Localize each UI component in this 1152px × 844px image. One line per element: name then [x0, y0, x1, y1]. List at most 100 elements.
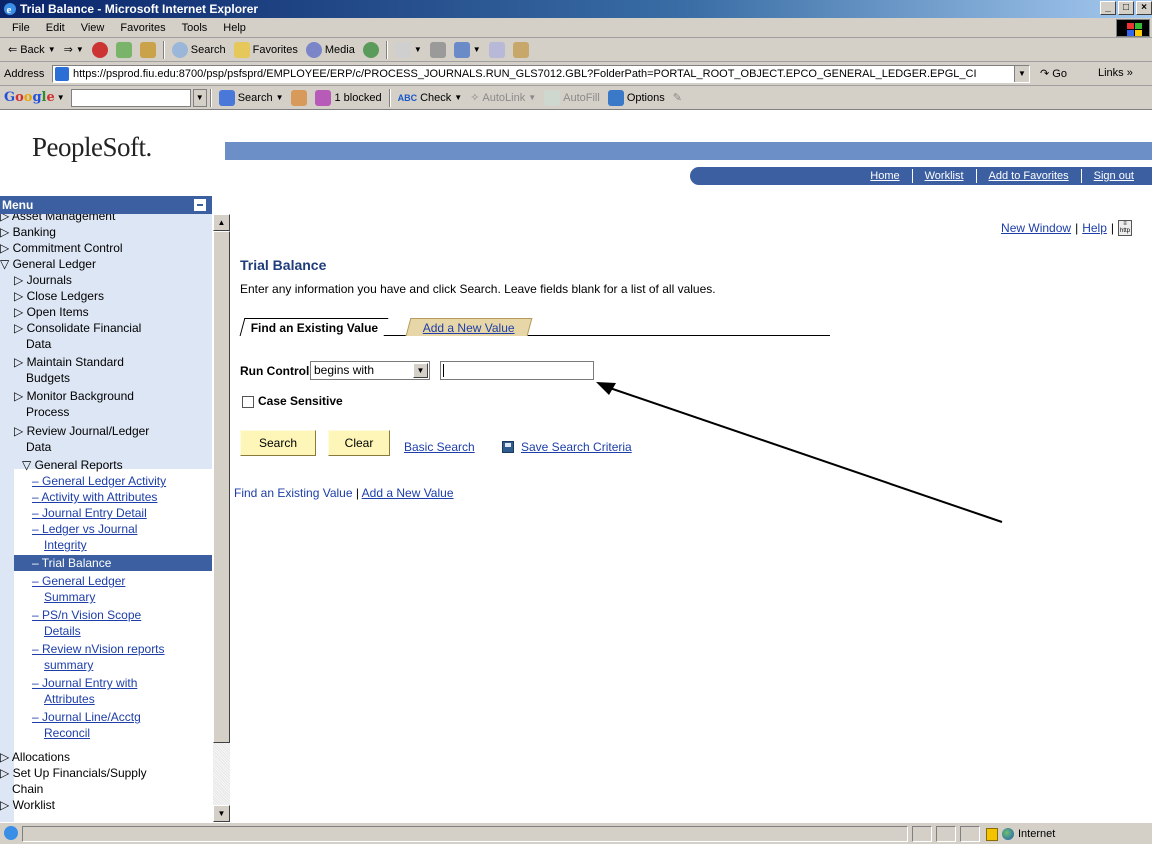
google-search-input[interactable]: [70, 88, 191, 107]
menu-setup-financials[interactable]: ▷ Set Up Financials/Supply: [0, 766, 147, 780]
address-input[interactable]: https://psprod.fiu.edu:8700/psp/psfsprd/…: [52, 65, 1030, 83]
add-new-link[interactable]: Add a New Value: [362, 486, 454, 500]
options-button[interactable]: Options: [604, 87, 669, 109]
menu-general-reports[interactable]: ▽ General Reports: [22, 458, 123, 472]
http-icon[interactable]: ≡ http: [1118, 220, 1132, 236]
print-button[interactable]: [426, 39, 450, 61]
menu-allocations[interactable]: ▷ Allocations: [0, 750, 70, 764]
sidebar-scrollbar[interactable]: ▲ ▼: [213, 214, 230, 822]
operator-select[interactable]: begins with ▼: [310, 361, 430, 380]
menu-commitment-control[interactable]: ▷ Commitment Control: [0, 241, 123, 255]
spell-check-button[interactable]: ABC Check ▼: [394, 87, 467, 109]
nav-sign-out[interactable]: Sign out: [1080, 169, 1146, 183]
menu-file[interactable]: File: [4, 22, 38, 34]
close-button[interactable]: ×: [1136, 1, 1152, 15]
history-icon: [362, 41, 379, 58]
menu-link-je-attributes-cont[interactable]: Attributes: [44, 692, 95, 706]
menu-setup-financials-cont[interactable]: Chain: [12, 782, 43, 796]
menu-maintain-budgets[interactable]: ▷ Maintain Standard: [14, 355, 124, 369]
mail-button[interactable]: ▼: [391, 39, 426, 61]
menu-link-je-attributes[interactable]: – Journal Entry with: [32, 676, 137, 690]
edit-button[interactable]: ▼: [450, 39, 485, 61]
tab-find-existing[interactable]: Find an Existing Value: [239, 318, 389, 336]
menu-link-gl-summary-cont[interactable]: Summary: [44, 590, 95, 604]
menu-link-review-nvision-cont[interactable]: summary: [44, 658, 93, 672]
case-sensitive-checkbox[interactable]: [242, 396, 254, 408]
menu-monitor-background[interactable]: ▷ Monitor Background: [14, 389, 134, 403]
chevron-down-icon[interactable]: ▼: [192, 88, 207, 107]
menu-help[interactable]: Help: [215, 22, 254, 34]
menu-asset-management[interactable]: ▷ Asset Management: [0, 214, 115, 223]
menu-review-journal[interactable]: ▷ Review Journal/Ledger: [14, 424, 149, 438]
menu-open-items[interactable]: ▷ Open Items: [14, 305, 89, 319]
menu-link-ledger-vs-journal-cont[interactable]: Integrity: [44, 538, 87, 552]
menu-link-journal-line[interactable]: – Journal Line/Acctg: [32, 710, 141, 724]
menu-review-journal-cont[interactable]: Data: [26, 440, 51, 454]
menu-link-gl-summary[interactable]: – General Ledger: [32, 574, 125, 588]
links-button[interactable]: Links »: [1098, 67, 1133, 79]
forward-button[interactable]: ⇒ ▼: [60, 39, 88, 61]
nav-home[interactable]: Home: [858, 169, 911, 183]
scroll-down-icon[interactable]: ▼: [213, 805, 230, 822]
menu-link-psn-vision-cont[interactable]: Details: [44, 624, 81, 638]
refresh-button[interactable]: [112, 39, 136, 61]
menu-consolidate-cont[interactable]: Data: [26, 337, 51, 351]
menu-tools[interactable]: Tools: [174, 22, 216, 34]
discuss-button[interactable]: [485, 39, 509, 61]
search-button[interactable]: Search: [168, 39, 230, 61]
menu-link-ledger-vs-journal[interactable]: – Ledger vs Journal: [32, 522, 137, 536]
tab-add-new[interactable]: Add a New Value: [405, 318, 533, 336]
menu-journals[interactable]: ▷ Journals: [14, 273, 72, 287]
collapse-icon[interactable]: [194, 199, 206, 211]
menu-banking[interactable]: ▷ Banking: [0, 225, 56, 239]
new-window-link[interactable]: New Window: [1001, 221, 1071, 235]
google-news-button[interactable]: [287, 87, 311, 109]
save-search-criteria-link[interactable]: Save Search Criteria: [521, 440, 632, 454]
messenger-button[interactable]: [509, 39, 533, 61]
menu-general-ledger[interactable]: ▽ General Ledger: [0, 257, 96, 271]
menu-monitor-background-cont[interactable]: Process: [26, 405, 69, 419]
back-button[interactable]: ⇐ Back ▼: [4, 39, 60, 61]
menu-sidebar: Menu ▷ Asset Management ▷ Banking ▷ Comm…: [0, 196, 232, 822]
find-existing-link[interactable]: Find an Existing Value: [234, 486, 353, 500]
menu-link-psn-vision[interactable]: – PS/n Vision Scope: [32, 608, 141, 622]
favorites-button[interactable]: Favorites: [230, 39, 302, 61]
menu-consolidate[interactable]: ▷ Consolidate Financial: [14, 321, 141, 335]
news-icon: [291, 89, 308, 106]
help-link[interactable]: Help: [1082, 221, 1107, 235]
history-button[interactable]: [359, 39, 383, 61]
menu-close-ledgers[interactable]: ▷ Close Ledgers: [14, 289, 104, 303]
menu-worklist[interactable]: ▷ Worklist: [0, 798, 55, 812]
save-icon[interactable]: [502, 441, 514, 453]
media-button[interactable]: Media: [302, 39, 359, 61]
search-button[interactable]: Search: [240, 430, 316, 456]
home-button[interactable]: [136, 39, 160, 61]
go-button[interactable]: ↷ Go: [1040, 67, 1067, 80]
scroll-up-icon[interactable]: ▲: [213, 214, 230, 231]
nav-add-to-favorites[interactable]: Add to Favorites: [975, 169, 1081, 183]
menu-view[interactable]: View: [73, 22, 113, 34]
menu-link-journal-entry-detail[interactable]: – Journal Entry Detail: [32, 506, 147, 520]
highlight-button[interactable]: ✎: [669, 87, 686, 109]
clear-button[interactable]: Clear: [328, 430, 390, 456]
menu-trial-balance-selected[interactable]: – Trial Balance: [14, 555, 212, 571]
menu-link-journal-line-cont[interactable]: Reconcil: [44, 726, 90, 740]
menu-link-activity-attributes[interactable]: – Activity with Attributes: [32, 490, 157, 504]
chevron-down-icon[interactable]: ▼: [57, 93, 65, 102]
chevron-down-icon[interactable]: ▼: [1014, 66, 1029, 82]
nav-worklist[interactable]: Worklist: [911, 169, 976, 183]
menu-edit[interactable]: Edit: [38, 22, 73, 34]
chevron-down-icon[interactable]: ▼: [413, 363, 428, 378]
basic-search-link[interactable]: Basic Search: [404, 440, 475, 454]
minimize-button[interactable]: _: [1100, 1, 1116, 15]
scroll-thumb[interactable]: [213, 231, 230, 743]
menu-link-review-nvision[interactable]: – Review nVision reports: [32, 642, 165, 656]
menu-maintain-budgets-cont[interactable]: Budgets: [26, 371, 70, 385]
run-control-input[interactable]: [440, 361, 594, 380]
maximize-button[interactable]: □: [1118, 1, 1134, 15]
menu-link-gl-activity[interactable]: – General Ledger Activity: [32, 474, 166, 488]
menu-favorites[interactable]: Favorites: [112, 22, 173, 34]
popup-blocker[interactable]: 1 blocked: [311, 87, 385, 109]
stop-button[interactable]: [88, 39, 112, 61]
google-search-button[interactable]: Search ▼: [215, 87, 288, 109]
